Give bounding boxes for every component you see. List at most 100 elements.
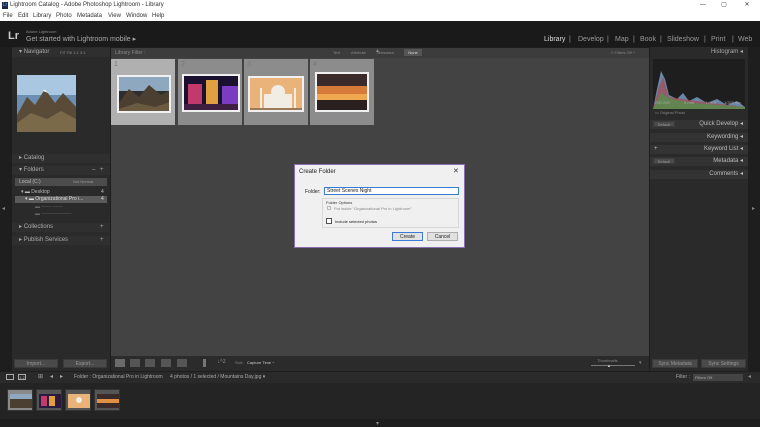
folder-path[interactable]: Folder : Organizational Pro in Lightroom xyxy=(74,374,163,380)
filmstrip-thumb[interactable] xyxy=(65,389,91,411)
comments-header[interactable]: Comments ◂ xyxy=(650,170,748,179)
navigator-zoom-options[interactable]: FIT Fill 1:1 3:1 xyxy=(60,48,86,57)
filters-off-select[interactable]: ≡ Filters Off ÷ xyxy=(611,50,635,55)
main-window-icon[interactable] xyxy=(6,374,14,380)
collections-label: Collections xyxy=(23,224,54,230)
catalog-header[interactable]: ▸ Catalog xyxy=(12,154,110,163)
menu-metadata[interactable]: Metadata xyxy=(77,13,102,19)
include-selected-checkbox[interactable] xyxy=(326,218,332,224)
metadata-header[interactable]: Default Metadata ◂ xyxy=(650,157,748,166)
module-library[interactable]: Library xyxy=(544,36,565,43)
menu-edit[interactable]: Edit xyxy=(18,13,28,19)
mobile-link[interactable]: Get started with Lightroom mobile ▸ xyxy=(26,35,136,43)
quick-develop-preset[interactable]: Default xyxy=(653,121,675,127)
sort-label: Sort: xyxy=(235,360,244,365)
grid-icon[interactable]: ⊞ xyxy=(38,373,43,380)
volume-name: Local (C:) xyxy=(19,179,41,185)
metadata-preset[interactable]: Default xyxy=(653,158,675,164)
filter-none[interactable]: None xyxy=(404,49,422,56)
menu-help[interactable]: Help xyxy=(152,13,164,19)
folder-label: Folder: xyxy=(305,189,321,195)
quick-develop-header[interactable]: Default Quick Develop ◂ xyxy=(650,120,748,129)
left-panel-toggle-icon[interactable]: ◂ xyxy=(2,205,5,212)
filter-attribute[interactable]: Attribute xyxy=(351,50,366,55)
mobile-arrow-icon: ▸ xyxy=(132,36,137,43)
folder-row[interactable]: ▬ —— —— xyxy=(15,204,107,211)
add-folder-button[interactable]: + xyxy=(100,166,104,175)
right-bottom-bar: Sync Metadata Sync Settings xyxy=(650,356,748,371)
filter-metadata[interactable]: Metadata xyxy=(377,50,394,55)
filmstrip-filter-select[interactable]: Filters Off xyxy=(693,374,743,381)
selection-info[interactable]: 4 photos / 1 selected / Mountains Day.jp… xyxy=(170,374,265,380)
folder-row-selected[interactable]: ▾ ▬ Organizational Pro i... 4 xyxy=(15,196,107,203)
dialog-close-button[interactable]: ✕ xyxy=(453,167,459,175)
slider-handle-icon[interactable]: ▲ xyxy=(607,363,611,368)
minimize-button[interactable]: — xyxy=(694,0,712,11)
right-panel-toggle-icon[interactable]: ▸ xyxy=(752,205,755,212)
navigator-header[interactable]: ▾ Navigator FIT Fill 1:1 3:1 xyxy=(12,48,110,57)
grid-cell[interactable]: 4 xyxy=(310,59,374,125)
folder-name-input[interactable]: Street Scenes Night xyxy=(324,187,459,195)
histogram-header[interactable]: Histogram ◂ xyxy=(650,48,748,57)
module-print[interactable]: Print xyxy=(711,36,725,43)
add-keyword-button[interactable]: + xyxy=(654,145,658,154)
toolbar-menu-icon[interactable]: ▾ xyxy=(639,360,642,366)
thumbnail-size-slider[interactable] xyxy=(591,365,635,366)
grid-cell[interactable]: 2 xyxy=(178,59,242,125)
collections-header[interactable]: ▸ Collections + xyxy=(12,223,110,232)
grid-cell-selected[interactable]: 1 xyxy=(111,59,175,125)
module-book[interactable]: Book xyxy=(640,36,656,43)
folder-row[interactable]: ▬ —————— xyxy=(15,211,107,218)
keyword-list-header[interactable]: + Keyword List ◂ xyxy=(650,145,748,154)
survey-view-icon[interactable] xyxy=(161,359,171,367)
people-view-icon[interactable] xyxy=(177,359,187,367)
filmstrip-thumb-selected[interactable] xyxy=(7,389,33,411)
grid-view-icon[interactable] xyxy=(115,359,125,367)
top-panel-toggle-icon[interactable]: ▴ xyxy=(376,47,379,54)
add-collection-button[interactable]: + xyxy=(100,223,104,232)
module-slideshow[interactable]: Slideshow xyxy=(667,36,699,43)
volume-row[interactable]: Local (C:) Not Normal xyxy=(15,178,107,186)
menu-photo[interactable]: Photo xyxy=(56,13,72,19)
filter-text[interactable]: Text xyxy=(333,50,340,55)
filmstrip-thumb[interactable] xyxy=(94,389,120,411)
module-map[interactable]: Map xyxy=(615,36,629,43)
cancel-button[interactable]: Cancel xyxy=(427,232,458,241)
grid-cell[interactable]: 3 xyxy=(244,59,308,125)
filmstrip-thumb[interactable] xyxy=(36,389,62,411)
folders-header[interactable]: ▾ Folders – + xyxy=(12,166,110,175)
compare-view-icon[interactable] xyxy=(145,359,155,367)
folder-icon: ▾ ▬ xyxy=(21,189,30,195)
export-button[interactable]: Export... xyxy=(63,359,107,368)
create-button[interactable]: Create xyxy=(392,232,423,241)
maximize-button[interactable]: ▢ xyxy=(715,0,733,11)
sync-settings-button[interactable]: Sync Settings xyxy=(701,359,746,368)
keywording-header[interactable]: Keywording ◂ xyxy=(650,133,748,142)
sort-select[interactable]: Capture Time ÷ xyxy=(247,360,274,365)
cell-index: 2 xyxy=(181,61,185,68)
import-button[interactable]: Import... xyxy=(14,359,58,368)
filmstrip-collapse-icon[interactable]: ▾ xyxy=(376,420,379,427)
folder-row[interactable]: ▾ ▬ Desktop 4 xyxy=(15,189,107,196)
menu-file[interactable]: File xyxy=(3,13,13,19)
loupe-view-icon[interactable] xyxy=(130,359,140,367)
menu-window[interactable]: Window xyxy=(126,13,147,19)
remove-folder-button[interactable]: – xyxy=(92,166,95,175)
spray-can-icon[interactable] xyxy=(203,359,206,367)
publish-services-header[interactable]: ▸ Publish Services + xyxy=(12,236,110,245)
menu-library[interactable]: Library xyxy=(33,13,51,19)
forward-arrow-icon[interactable]: ▸ xyxy=(60,373,63,380)
filmstrip-toggle-icon[interactable]: ◂ xyxy=(748,373,751,380)
folder-name: Desktop xyxy=(31,189,50,195)
sync-metadata-button[interactable]: Sync Metadata xyxy=(652,359,698,368)
menu-view[interactable]: View xyxy=(108,13,121,19)
close-window-button[interactable]: ✕ xyxy=(738,0,756,11)
put-inside-checkbox[interactable] xyxy=(327,206,331,210)
sort-direction-icon[interactable]: ↓ᴬz xyxy=(217,359,226,365)
module-develop[interactable]: Develop xyxy=(578,36,604,43)
add-publish-button[interactable]: + xyxy=(100,236,104,245)
back-arrow-icon[interactable]: ◂ xyxy=(50,373,53,380)
folder-options-title: Folder Options xyxy=(326,200,353,205)
second-window-icon[interactable]: 1 2 xyxy=(18,374,26,380)
module-web[interactable]: Web xyxy=(738,36,752,43)
